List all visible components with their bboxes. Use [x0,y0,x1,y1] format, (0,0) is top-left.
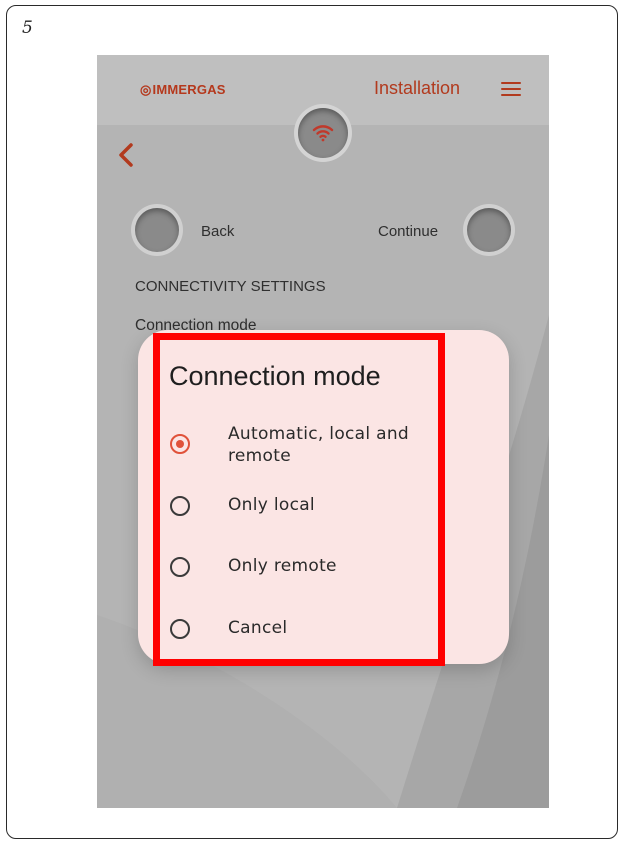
wifi-icon [298,108,348,158]
continue-button[interactable] [467,208,511,252]
brand-mark: ◎ [140,82,152,97]
connection-mode-dialog: Connection mode Automatic, local and rem… [138,330,509,664]
dialog-title: Connection mode [169,361,381,391]
option-cancel[interactable]: Cancel [170,617,438,639]
radio-checked-icon[interactable] [170,434,190,454]
option-only-local[interactable]: Only local [170,494,438,516]
option-label: Only local [228,495,315,515]
option-automatic[interactable]: Automatic, local and remote [170,423,438,467]
back-label: Back [201,223,235,240]
option-only-remote[interactable]: Only remote [170,555,438,577]
radio-unchecked-icon[interactable] [170,619,190,639]
brand-name: IMMERGAS [152,82,226,97]
option-label: Cancel [228,618,288,638]
page-number: 5 [22,18,33,38]
brand-logo: ◎IMMERGAS [140,82,226,98]
menu-icon[interactable] [501,82,521,96]
option-label: Automatic, local and remote [228,424,409,466]
option-label: Only remote [228,556,337,576]
back-chevron-icon[interactable] [115,142,137,168]
installation-link[interactable]: Installation [374,78,460,99]
radio-unchecked-icon[interactable] [170,557,190,577]
section-title: CONNECTIVITY SETTINGS [135,278,326,295]
back-button[interactable] [135,208,179,252]
continue-label: Continue [378,223,439,240]
radio-unchecked-icon[interactable] [170,496,190,516]
